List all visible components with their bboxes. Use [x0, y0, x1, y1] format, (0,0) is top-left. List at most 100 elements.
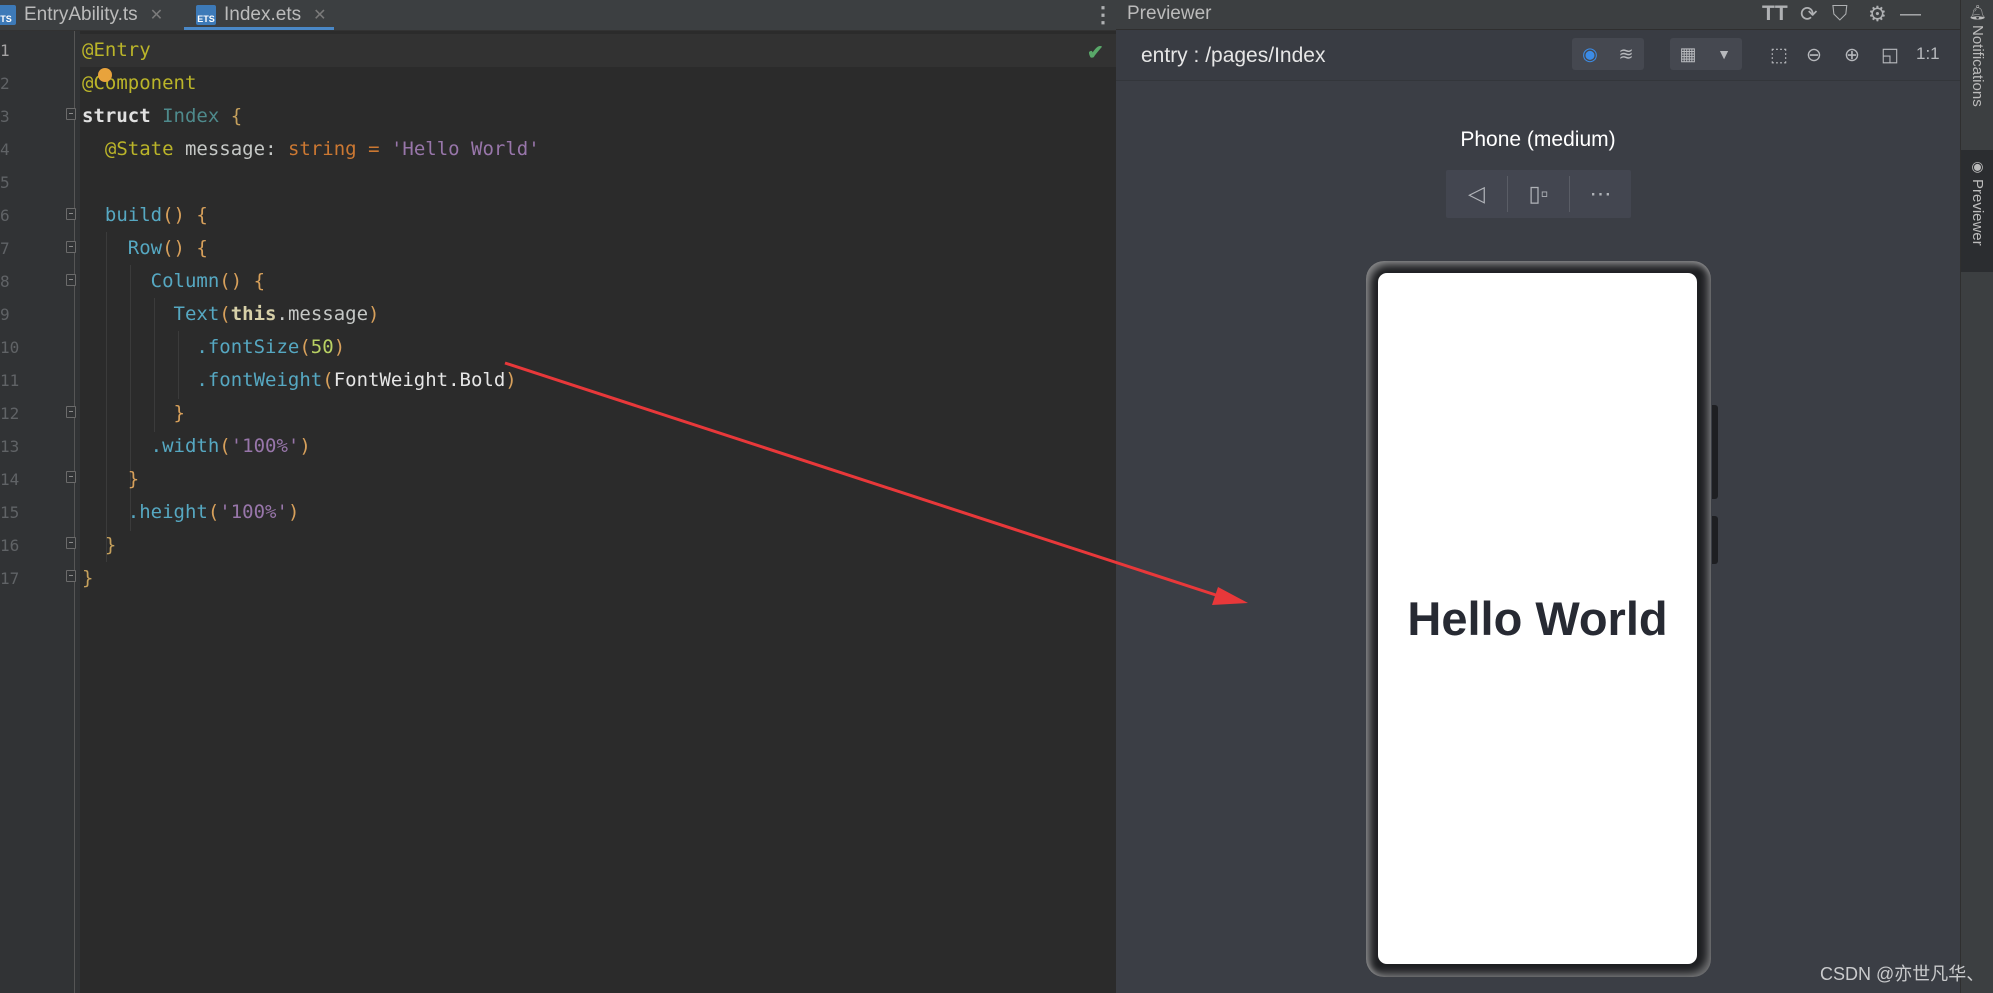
code-token: string	[287, 138, 357, 160]
fold-marker-icon[interactable]	[66, 108, 76, 120]
gear-icon[interactable]: ⚙	[1868, 2, 1887, 27]
code-token: @	[82, 72, 94, 94]
code-token: (	[219, 303, 231, 325]
check-icon: ✔	[1087, 42, 1104, 64]
code-token: }	[127, 468, 140, 490]
code-line-10[interactable]: .fontSize(50)	[82, 331, 345, 364]
layers-icon[interactable]: ≋	[1608, 38, 1644, 70]
code-token: message	[184, 138, 266, 160]
code-token: @State	[104, 138, 174, 160]
code-line-1[interactable]: @Entry	[82, 34, 151, 67]
back-icon[interactable]: ◁	[1446, 170, 1507, 218]
breakpoint-marker[interactable]	[98, 68, 112, 82]
rotate-device-icon[interactable]: ▯▫	[1508, 170, 1569, 218]
more-icon[interactable]: ⋯	[1570, 170, 1631, 218]
code-token: }	[173, 402, 185, 424]
code-editor[interactable]: TS EntryAbility.ts ✕ ETS Index.ets ✕ ⋮ 1…	[0, 0, 1116, 993]
code-token: () {	[162, 237, 208, 259]
crop-icon[interactable]: ⬚	[1770, 44, 1788, 67]
code-token: .width	[150, 435, 220, 457]
ets-file-icon: ETS	[196, 5, 216, 25]
fold-marker-icon[interactable]	[66, 471, 76, 483]
code-line-6[interactable]: build() {	[82, 199, 208, 232]
minimize-icon[interactable]: —	[1900, 2, 1921, 26]
code-line-15[interactable]: .height('100%')	[82, 496, 300, 529]
code-token: )	[368, 303, 380, 325]
line-number: 16	[0, 536, 20, 555]
previewer-label: Previewer	[1969, 179, 1986, 246]
fold-marker-icon[interactable]	[66, 406, 76, 418]
refresh-icon[interactable]: ⟳	[1800, 2, 1818, 27]
close-icon[interactable]: ✕	[150, 5, 163, 25]
actual-size-button[interactable]: 1:1	[1916, 44, 1940, 64]
code-line-4[interactable]: @State message: string = 'Hello World'	[82, 133, 540, 166]
line-number: 10	[0, 338, 20, 357]
line-number: 3	[0, 107, 10, 126]
code-line-7[interactable]: Row() {	[82, 232, 208, 265]
close-icon[interactable]: ✕	[313, 5, 326, 25]
active-tab-indicator	[184, 27, 334, 30]
fold-marker-icon[interactable]	[66, 570, 76, 582]
tab-label: EntryAbility.ts	[24, 4, 138, 25]
code-line-12[interactable]: }	[82, 397, 185, 430]
bell-icon: 🔔︎	[1968, 4, 1987, 20]
notifications-tab[interactable]: 🔔︎ Notifications	[1961, 4, 1993, 107]
code-token: (	[299, 336, 311, 358]
previewer-tab[interactable]: ◉ Previewer	[1961, 150, 1993, 272]
code-line-17[interactable]: }	[82, 562, 93, 595]
fold-marker-icon[interactable]	[66, 241, 76, 253]
line-number: 14	[0, 470, 20, 489]
tab-label: Index.ets	[224, 4, 302, 25]
code-line-9[interactable]: Text(this.message)	[82, 298, 380, 331]
device-label: Phone (medium)	[1460, 128, 1616, 151]
fold-marker-icon[interactable]	[66, 208, 76, 220]
notifications-label: Notifications	[1969, 25, 1986, 107]
line-number: 17	[0, 569, 20, 588]
code-token: build	[104, 204, 163, 226]
code-line-16[interactable]: }	[82, 529, 116, 562]
code-token: 50	[310, 336, 334, 358]
fold-marker-icon[interactable]	[66, 274, 76, 286]
line-number: 15	[0, 503, 20, 522]
fold-marker-icon[interactable]	[66, 537, 76, 549]
code-token: .height	[127, 501, 208, 523]
editor-tab-bar: TS EntryAbility.ts ✕ ETS Index.ets ✕ ⋮	[0, 0, 1116, 31]
code-line-14[interactable]: }	[82, 463, 139, 496]
eye-icon: ◉	[1971, 158, 1984, 174]
tab-entryability[interactable]: TS EntryAbility.ts ✕	[0, 0, 163, 30]
code-line-3[interactable]: struct Index {	[82, 100, 242, 133]
code-token: :	[265, 138, 277, 160]
code-token: (	[219, 435, 231, 457]
line-number: 6	[0, 206, 10, 225]
code-token: '100%'	[230, 435, 300, 457]
grid-icon[interactable]: ▦	[1670, 38, 1706, 70]
code-token: }	[104, 534, 117, 556]
zoom-out-icon[interactable]: ⊖	[1806, 44, 1822, 67]
current-line-highlight	[80, 34, 1116, 67]
line-number: 8	[0, 272, 10, 291]
code-line-11[interactable]: .fontWeight(FontWeight.Bold)	[82, 364, 516, 397]
device-controls: ◁ ▯▫ ⋯	[1446, 170, 1631, 218]
phone-screen[interactable]: Hello World	[1378, 273, 1697, 964]
code-token: }	[82, 567, 94, 589]
code-token: '100%'	[219, 501, 288, 523]
more-options-icon[interactable]: ⋮	[1092, 2, 1114, 28]
code-line-13[interactable]: .width('100%')	[82, 430, 311, 463]
code-token: Column	[150, 270, 220, 292]
chevron-down-icon[interactable]: ▼	[1706, 38, 1742, 70]
line-number: 4	[0, 140, 10, 159]
code-token: Index	[162, 105, 220, 127]
font-size-icon[interactable]: TT	[1762, 2, 1788, 26]
code-line-8[interactable]: Column() {	[82, 265, 265, 298]
inspector-toggle-group: ◉ ≋	[1572, 38, 1644, 70]
watermark: CSDN @亦世凡华、	[1820, 964, 1985, 984]
fit-screen-icon[interactable]: ◱	[1881, 44, 1899, 67]
inspector-icon[interactable]: ◉	[1572, 38, 1608, 70]
layout-select-group: ▦ ▼	[1670, 38, 1742, 70]
code-token: )	[299, 435, 311, 457]
code-token: .message	[276, 303, 369, 325]
tab-index[interactable]: ETS Index.ets ✕	[196, 0, 327, 30]
zoom-in-icon[interactable]: ⊕	[1844, 44, 1860, 67]
code-token: () {	[219, 270, 266, 292]
debug-icon[interactable]: ⛉	[1832, 2, 1848, 26]
